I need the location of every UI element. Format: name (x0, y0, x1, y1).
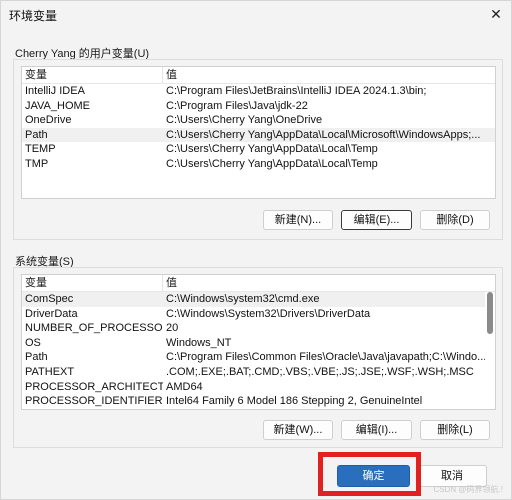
variable-name: PATHEXT (25, 365, 75, 378)
user-variables-rows: IntelliJ IDEA C:\Program Files\JetBrains\… (22, 84, 495, 172)
table-row[interactable]: OS Windows_NT (22, 336, 495, 351)
table-row[interactable]: PROCESSOR_IDENTIFIER Intel64 Family 6 Mod… (22, 394, 495, 409)
variable-value: C:\Users\Cherry Yang\AppData\Local\Temp (166, 157, 378, 170)
variable-name: IntelliJ IDEA (25, 85, 85, 97)
variable-name: PROCESSOR_ARCHITECTU... (25, 380, 163, 393)
column-header-variable[interactable]: 变量 (22, 275, 163, 291)
system-variables-list[interactable]: 变量 值 ComSpec C:\Windows\system32\cmd.exe D… (21, 274, 496, 410)
variable-name: PROCESSOR_IDENTIFIER (25, 395, 163, 408)
system-variables-header: 变量 值 (22, 275, 495, 292)
variable-value: C:\Windows\system32\cmd.exe (166, 293, 320, 305)
table-row[interactable]: ComSpec C:\Windows\system32\cmd.exe (22, 292, 495, 307)
variable-name: NUMBER_OF_PROCESSORS (25, 322, 163, 335)
column-header-value[interactable]: 值 (163, 275, 495, 291)
variable-name: TMP (25, 157, 49, 170)
table-row[interactable]: TEMP C:\Users\Cherry Yang\AppData\Local\T… (22, 142, 495, 157)
system-variables-scrollbar[interactable] (485, 292, 495, 409)
variable-name: Path (25, 128, 48, 141)
table-row[interactable]: Path C:\Users\Cherry Yang\AppData\Local\M… (22, 127, 495, 143)
table-row[interactable]: IntelliJ IDEA C:\Program Files\JetBrains\… (22, 84, 495, 99)
user-delete-button[interactable]: 删除(D) (420, 210, 490, 230)
variable-value: AMD64 (166, 380, 203, 393)
highlight-annotation-box (318, 452, 421, 496)
variable-value: C:\Program Files\JetBrains\IntelliJ IDEA… (166, 85, 427, 97)
table-row[interactable]: DriverData C:\Windows\System32\Drivers\Dr… (22, 307, 495, 322)
variable-value: C:\Windows\System32\Drivers\DriverData (166, 307, 371, 320)
system-delete-button[interactable]: 删除(L) (420, 420, 490, 440)
user-variables-group: 变量 值 IntelliJ IDEA C:\Program Files\JetBr… (13, 59, 503, 240)
watermark: CSDN @码界领航.! (433, 485, 503, 494)
variable-name: TEMP (25, 143, 56, 156)
variable-name: ComSpec (25, 293, 74, 305)
system-variables-group: 变量 值 ComSpec C:\Windows\system32\cmd.exe D… (13, 267, 503, 448)
user-edit-button[interactable]: 编辑(E)... (341, 210, 412, 230)
user-variables-list[interactable]: 变量 值 IntelliJ IDEA C:\Program Files\JetBr… (21, 66, 496, 199)
variable-value: Intel64 Family 6 Model 186 Stepping 2, G… (166, 395, 423, 408)
system-new-button[interactable]: 新建(W)... (263, 420, 333, 440)
user-variables-header: 变量 值 (22, 67, 495, 84)
environment-variables-dialog: 环境变量 ✕ Cherry Yang 的用户变量(U) 变量 值 Intelli… (0, 0, 512, 500)
table-row[interactable]: JAVA_HOME C:\Program Files\Java\jdk-22 (22, 99, 495, 114)
variable-value: C:\Program Files\Java\jdk-22 (166, 99, 308, 112)
variable-value: C:\Users\Cherry Yang\OneDrive (166, 114, 323, 127)
column-header-variable[interactable]: 变量 (22, 67, 163, 83)
variable-name: Path (25, 351, 48, 364)
variable-value: .COM;.EXE;.BAT;.CMD;.VBS;.VBE;.JS;.JSE;.… (166, 365, 474, 378)
table-row[interactable]: OneDrive C:\Users\Cherry Yang\OneDrive (22, 113, 495, 128)
system-edit-button[interactable]: 编辑(I)... (341, 420, 412, 440)
close-icon[interactable]: ✕ (485, 3, 507, 25)
variable-value: Windows_NT (166, 336, 232, 349)
table-row[interactable]: PATHEXT .COM;.EXE;.BAT;.CMD;.VBS;.VBE;.JS… (22, 365, 495, 380)
table-row[interactable]: PROCESSOR_ARCHITECTU...AMD64 (22, 380, 495, 395)
variable-name: DriverData (25, 307, 78, 320)
variable-name: OneDrive (25, 114, 72, 127)
window-title: 环境变量 (9, 9, 58, 23)
variable-name: OS (25, 336, 41, 349)
variable-value: C:\Program Files\Common Files\Oracle\Jav… (166, 351, 487, 364)
user-new-button[interactable]: 新建(N)... (263, 210, 333, 230)
variable-value: C:\Users\Cherry Yang\AppData\Local\Micro… (166, 128, 481, 141)
variable-value: C:\Users\Cherry Yang\AppData\Local\Temp (166, 143, 378, 156)
column-header-value[interactable]: 值 (163, 67, 495, 83)
table-row[interactable]: Path C:\Program Files\Common Files\Oracle… (22, 350, 495, 365)
variable-value: 20 (166, 322, 179, 335)
title-bar: 环境变量 ✕ (1, 1, 511, 27)
table-row[interactable]: TMP C:\Users\Cherry Yang\AppData\Local\Te… (22, 157, 495, 172)
scroll-thumb[interactable] (487, 292, 493, 334)
system-variables-rows: ComSpec C:\Windows\system32\cmd.exe Driver… (22, 292, 495, 409)
table-row[interactable]: NUMBER_OF_PROCESSORS 20 (22, 321, 495, 336)
variable-name: JAVA_HOME (25, 99, 90, 112)
